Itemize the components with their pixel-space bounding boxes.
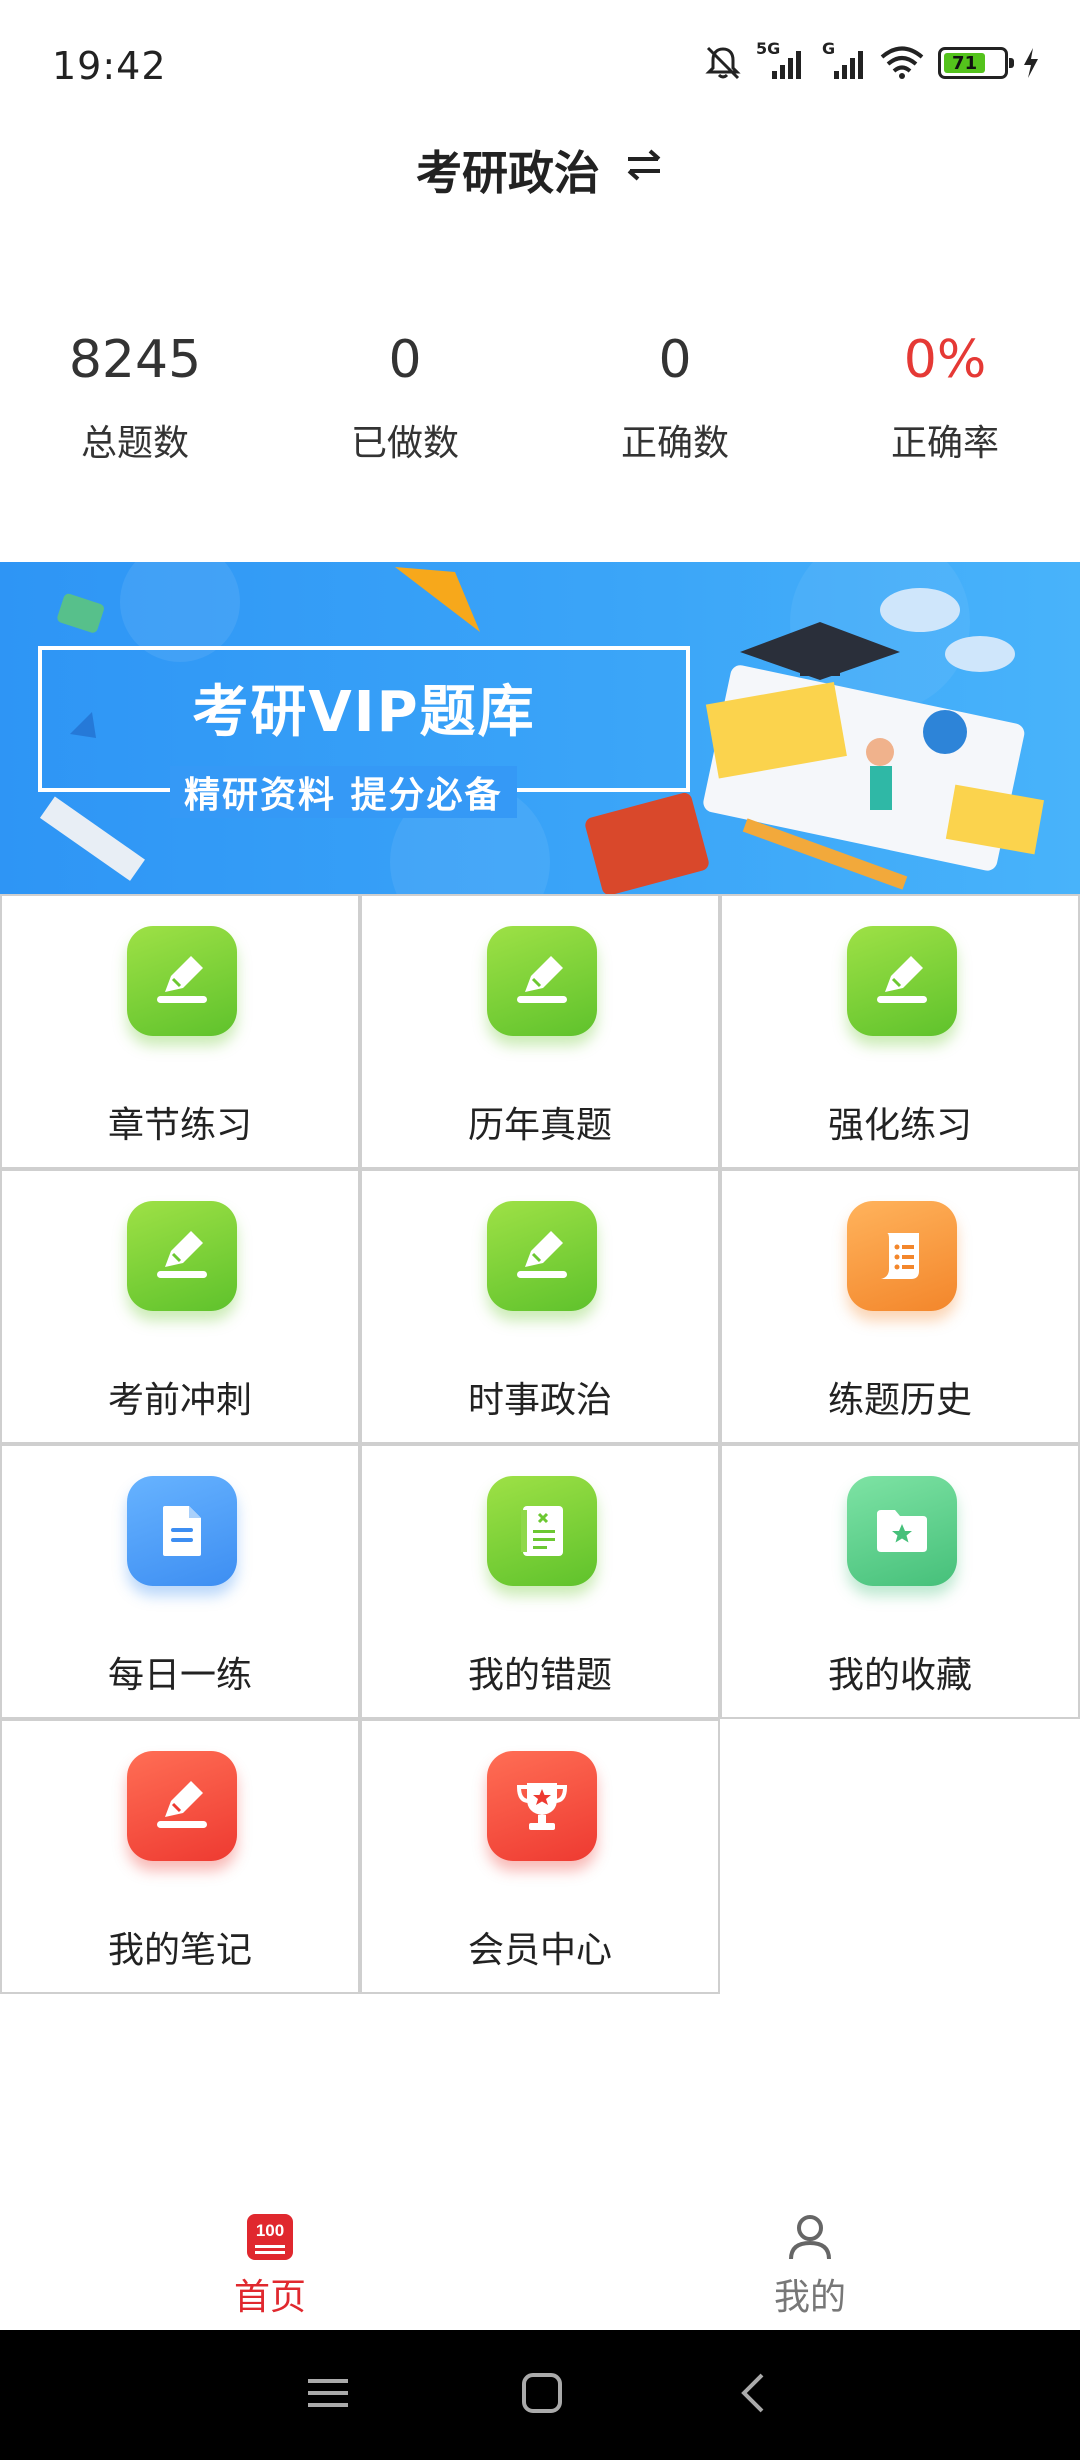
vip-banner[interactable]: 考研VIP题库 精研资料 提分必备	[0, 562, 1080, 894]
menu-label: 强化练习	[827, 1105, 972, 1146]
stat-value: 0	[658, 330, 692, 390]
document-icon	[127, 1476, 237, 1586]
menu-practice-history[interactable]: 练题历史	[720, 1169, 1080, 1444]
menu-label: 我的收藏	[827, 1655, 972, 1696]
pencil-icon	[847, 926, 957, 1036]
menu-member-center[interactable]: 会员中心	[360, 1719, 720, 1994]
stat-rate: 0% 正确率	[810, 320, 1080, 466]
stat-label: 正确数	[620, 423, 729, 464]
pencil-icon	[487, 926, 597, 1036]
menu-label: 历年真题	[467, 1105, 612, 1146]
status-bar: 19:42 5G G 71	[0, 0, 1080, 130]
stat-value: 8245	[68, 330, 202, 390]
tab-label: 我的	[773, 2277, 846, 2318]
stat-done: 0 已做数	[270, 320, 540, 466]
menu-label: 练题历史	[827, 1380, 972, 1421]
menu-lines-icon[interactable]	[306, 2373, 350, 2417]
signal-g-icon: G	[818, 39, 866, 81]
home-100-icon: 100	[247, 2214, 293, 2260]
scroll-icon	[847, 1201, 957, 1311]
person-icon	[789, 2215, 831, 2260]
stats-row: 8245 总题数 0 已做数 0 正确数 0% 正确率	[0, 320, 1080, 466]
mute-bell-icon	[704, 44, 742, 82]
status-icons: 5G G 71	[704, 39, 1040, 82]
stat-label: 已做数	[350, 423, 459, 464]
home-icon-badge: 100	[256, 2221, 284, 2240]
subject-switcher[interactable]: 考研政治	[0, 130, 1080, 210]
menu-favorites[interactable]: 我的收藏	[720, 1444, 1080, 1719]
back-chevron-icon[interactable]	[734, 2371, 774, 2419]
menu-intensive-practice[interactable]: 强化练习	[720, 894, 1080, 1169]
menu-my-notes[interactable]: 我的笔记	[0, 1719, 360, 1994]
signal-5g-label: 5G	[756, 39, 781, 58]
system-nav-bar	[0, 2330, 1080, 2460]
battery-icon: 71	[938, 47, 1014, 79]
stat-label: 总题数	[80, 423, 189, 464]
status-time: 19:42	[52, 44, 167, 88]
notebook-icon	[487, 1476, 597, 1586]
menu-final-sprint[interactable]: 考前冲刺	[0, 1169, 360, 1444]
stat-total: 8245 总题数	[0, 320, 270, 466]
swap-arrows-icon[interactable]	[624, 147, 664, 193]
menu-label: 每日一练	[107, 1655, 252, 1696]
menu-label: 章节练习	[107, 1105, 252, 1146]
stat-label: 正确率	[890, 423, 999, 464]
tab-home[interactable]: 100 首页	[0, 2190, 540, 2330]
stat-value: 0%	[903, 330, 987, 390]
menu-chapter-practice[interactable]: 章节练习	[0, 894, 360, 1169]
tab-mine[interactable]: 我的	[540, 2190, 1080, 2330]
stat-correct: 0 正确数	[540, 320, 810, 466]
menu-past-exams[interactable]: 历年真题	[360, 894, 720, 1169]
battery-level: 71	[944, 53, 986, 74]
menu-label: 我的笔记	[107, 1930, 252, 1971]
menu-label: 我的错题	[467, 1655, 612, 1696]
pencil-icon	[487, 1201, 597, 1311]
page-title: 考研政治	[416, 146, 600, 200]
charging-bolt-icon	[1022, 47, 1040, 79]
pencil-icon	[127, 1751, 237, 1861]
signal-g-label: G	[822, 39, 836, 58]
menu-current-affairs[interactable]: 时事政治	[360, 1169, 720, 1444]
tab-label: 首页	[233, 2277, 306, 2318]
trophy-icon	[487, 1751, 597, 1861]
banner-subtitle: 精研资料 提分必备	[170, 766, 517, 818]
star-folder-icon	[847, 1476, 957, 1586]
pencil-icon	[127, 1201, 237, 1311]
menu-label: 考前冲刺	[107, 1380, 252, 1421]
pencil-icon	[127, 926, 237, 1036]
stat-value: 0	[388, 330, 422, 390]
menu-wrong-questions[interactable]: 我的错题	[360, 1444, 720, 1719]
bottom-tab-bar: 100 首页 我的	[0, 2190, 1080, 2330]
menu-label: 时事政治	[467, 1380, 612, 1421]
menu-daily-practice[interactable]: 每日一练	[0, 1444, 360, 1719]
banner-title: 考研VIP题库	[192, 680, 536, 745]
menu-label: 会员中心	[467, 1930, 612, 1971]
signal-5g-icon: 5G	[756, 39, 804, 81]
home-square-icon[interactable]	[520, 2371, 564, 2419]
wifi-icon	[880, 46, 924, 80]
